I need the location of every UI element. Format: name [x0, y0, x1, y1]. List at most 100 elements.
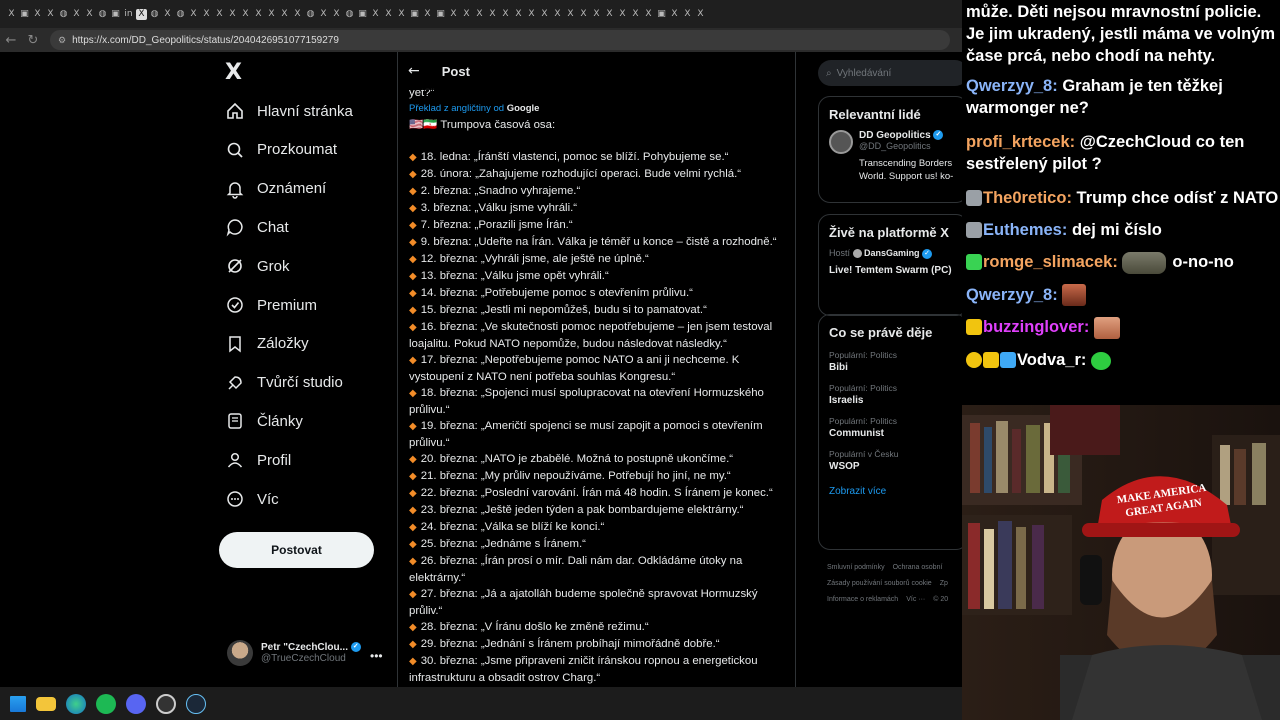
nav-item-more[interactable]: Víc — [225, 484, 279, 514]
browser-tab-favicon-icon[interactable]: ◍ — [149, 9, 160, 20]
browser-tab-favicon-icon[interactable]: X — [84, 9, 95, 20]
browser-tab-favicon-icon[interactable]: ◍ — [305, 9, 316, 20]
browser-tab-favicon-icon[interactable]: ◍ — [175, 9, 186, 20]
post-button[interactable]: Postovat — [219, 532, 374, 568]
browser-tab-favicon-icon[interactable]: X — [188, 9, 199, 20]
browser-tab-favicon-icon[interactable]: X — [565, 9, 576, 20]
translation-note[interactable]: Překlad z angličtiny od Google — [409, 101, 789, 117]
more-options-icon[interactable]: ••• — [370, 649, 383, 663]
relevant-person[interactable]: DD Geopolitics ✓ @DD_Geopolitics Transce… — [829, 130, 957, 183]
chat-username[interactable]: romge_slimacek — [983, 253, 1112, 271]
chat-username[interactable]: Qwerzyy_8 — [966, 286, 1052, 304]
browser-tab-favicon-icon[interactable]: ▣ — [110, 9, 121, 20]
nav-item-rocket[interactable]: Tvůrčí studio — [225, 368, 343, 398]
back-arrow-icon[interactable]: ← — [408, 63, 420, 79]
nav-item-home[interactable]: Hlavní stránka — [225, 96, 353, 126]
nav-item-chat[interactable]: Chat — [225, 212, 289, 242]
browser-tab-favicon-icon[interactable]: X — [617, 9, 628, 20]
chat-username[interactable]: Vodva_r — [1017, 351, 1081, 369]
nav-item-person[interactable]: Profil — [225, 445, 291, 475]
browser-tab-favicon-icon[interactable]: X — [461, 9, 472, 20]
browser-tab-favicon-icon[interactable]: X — [448, 9, 459, 20]
steam-icon[interactable] — [186, 693, 206, 714]
browser-tab-favicon-icon[interactable]: X — [669, 9, 680, 20]
browser-tab-favicon-icon[interactable]: X — [240, 9, 251, 20]
browser-tab-favicon-icon[interactable]: in — [123, 9, 134, 20]
browser-tab-favicon-icon[interactable]: X — [474, 9, 485, 20]
chat-username[interactable]: Euthemes — [983, 221, 1062, 239]
browser-tab-favicon-icon[interactable]: X — [630, 9, 641, 20]
trend-item[interactable]: Populární: Politics Communist — [829, 416, 957, 439]
chat-username[interactable]: Qwerzyy_8 — [966, 77, 1052, 95]
browser-tab-favicon-icon[interactable]: X — [604, 9, 615, 20]
obs-icon[interactable] — [156, 693, 176, 714]
nav-item-grok[interactable]: Grok — [225, 251, 290, 281]
browser-tab-favicon-icon[interactable]: ▣ — [435, 9, 446, 20]
address-bar[interactable]: ⚙ https://x.com/DD_Geopolitics/status/20… — [50, 30, 950, 50]
back-icon[interactable]: ← — [0, 33, 22, 48]
browser-tab-favicon-icon[interactable]: X — [487, 9, 498, 20]
browser-tab-favicon-icon[interactable]: X — [578, 9, 589, 20]
edge-icon[interactable] — [66, 693, 86, 714]
x-logo-icon[interactable]: X — [225, 60, 242, 85]
browser-tab-favicon-icon[interactable]: X — [396, 9, 407, 20]
browser-tab-favicon-icon[interactable]: X — [695, 9, 706, 20]
browser-tab-favicon-icon[interactable]: X — [643, 9, 654, 20]
browser-tab-strip[interactable]: X ▣ X X ◍ X X ◍ ▣ in X ◍ X ◍ X X X X X X X X X ◍ X X ◍ ▣ X X X ▣ X ▣ X X X X X… — [0, 0, 962, 28]
chat-username[interactable]: buzzinglover — [983, 318, 1084, 336]
discord-icon[interactable] — [126, 693, 146, 714]
browser-tab-favicon-icon[interactable]: X — [539, 9, 550, 20]
browser-tab-favicon-icon[interactable]: X — [500, 9, 511, 20]
nav-item-search[interactable]: Prozkoumat — [225, 135, 337, 165]
browser-tab-favicon-icon[interactable]: X — [32, 9, 43, 20]
show-more-link[interactable]: Zobrazit více — [829, 486, 957, 497]
site-info-icon[interactable]: ⚙ — [58, 35, 66, 46]
browser-tab-favicon-icon[interactable]: ▣ — [357, 9, 368, 20]
chat-username[interactable]: profi_krtecek — [966, 133, 1070, 151]
nav-item-premium[interactable]: Premium — [225, 290, 317, 320]
browser-tab-favicon-icon[interactable]: X — [214, 9, 225, 20]
browser-tab-favicon-icon[interactable]: X — [318, 9, 329, 20]
live-stream-title[interactable]: Live! Temtem Swarm (PC) — [829, 265, 957, 276]
browser-tab-favicon-icon[interactable]: X — [279, 9, 290, 20]
browser-tab-favicon-icon[interactable]: X — [201, 9, 212, 20]
chat-username[interactable]: The0retico — [983, 189, 1066, 207]
reload-icon[interactable]: ↻ — [22, 33, 44, 48]
browser-tab-favicon-icon[interactable]: ◍ — [58, 9, 69, 20]
trend-item[interactable]: Populární v Česku WSOP — [829, 449, 957, 472]
nav-item-bookmark[interactable]: Záložky — [225, 329, 309, 359]
browser-tab-favicon-icon[interactable]: X — [136, 8, 147, 20]
browser-tab-favicon-icon[interactable]: X — [422, 9, 433, 20]
browser-tab-favicon-icon[interactable]: X — [591, 9, 602, 20]
nav-item-bell[interactable]: Oznámení — [225, 174, 326, 204]
browser-tab-favicon-icon[interactable]: X — [45, 9, 56, 20]
browser-tab-favicon-icon[interactable]: X — [513, 9, 524, 20]
search-box[interactable]: ⌕ Vyhledávání — [818, 60, 962, 86]
trend-item[interactable]: Populární: Politics Israelis — [829, 383, 957, 406]
nav-item-article[interactable]: Články — [225, 406, 303, 436]
footer-link[interactable]: © 20 — [933, 596, 948, 603]
browser-tab-favicon-icon[interactable]: ▣ — [19, 9, 30, 20]
browser-tab-favicon-icon[interactable]: ◍ — [97, 9, 108, 20]
browser-tab-favicon-icon[interactable]: ◍ — [344, 9, 355, 20]
browser-tab-favicon-icon[interactable]: X — [253, 9, 264, 20]
footer-link[interactable]: Víc ··· — [906, 596, 925, 603]
browser-tab-favicon-icon[interactable]: ▣ — [409, 9, 420, 20]
browser-tab-favicon-icon[interactable]: X — [526, 9, 537, 20]
footer-link[interactable]: Smluvní podmínky — [827, 564, 885, 571]
browser-tab-favicon-icon[interactable]: ▣ — [656, 9, 667, 20]
browser-tab-favicon-icon[interactable]: X — [162, 9, 173, 20]
footer-link[interactable]: Zásady používání souborů cookie — [827, 580, 932, 587]
browser-tab-favicon-icon[interactable]: X — [331, 9, 342, 20]
trend-item[interactable]: Populární: Politics Bibi — [829, 350, 957, 373]
browser-tab-favicon-icon[interactable]: X — [370, 9, 381, 20]
footer-link[interactable]: Ochrana osobní — [893, 564, 943, 571]
windows-start-icon[interactable] — [10, 695, 26, 712]
browser-tab-favicon-icon[interactable]: X — [383, 9, 394, 20]
browser-tab-favicon-icon[interactable]: X — [6, 9, 17, 20]
browser-tab-favicon-icon[interactable]: X — [71, 9, 82, 20]
footer-link[interactable]: Informace o reklamách — [827, 596, 898, 603]
browser-tab-favicon-icon[interactable]: X — [552, 9, 563, 20]
account-switcher[interactable]: Petr "CzechClou... ✓ @TrueCzechCloud — [227, 640, 361, 666]
browser-tab-favicon-icon[interactable]: X — [292, 9, 303, 20]
